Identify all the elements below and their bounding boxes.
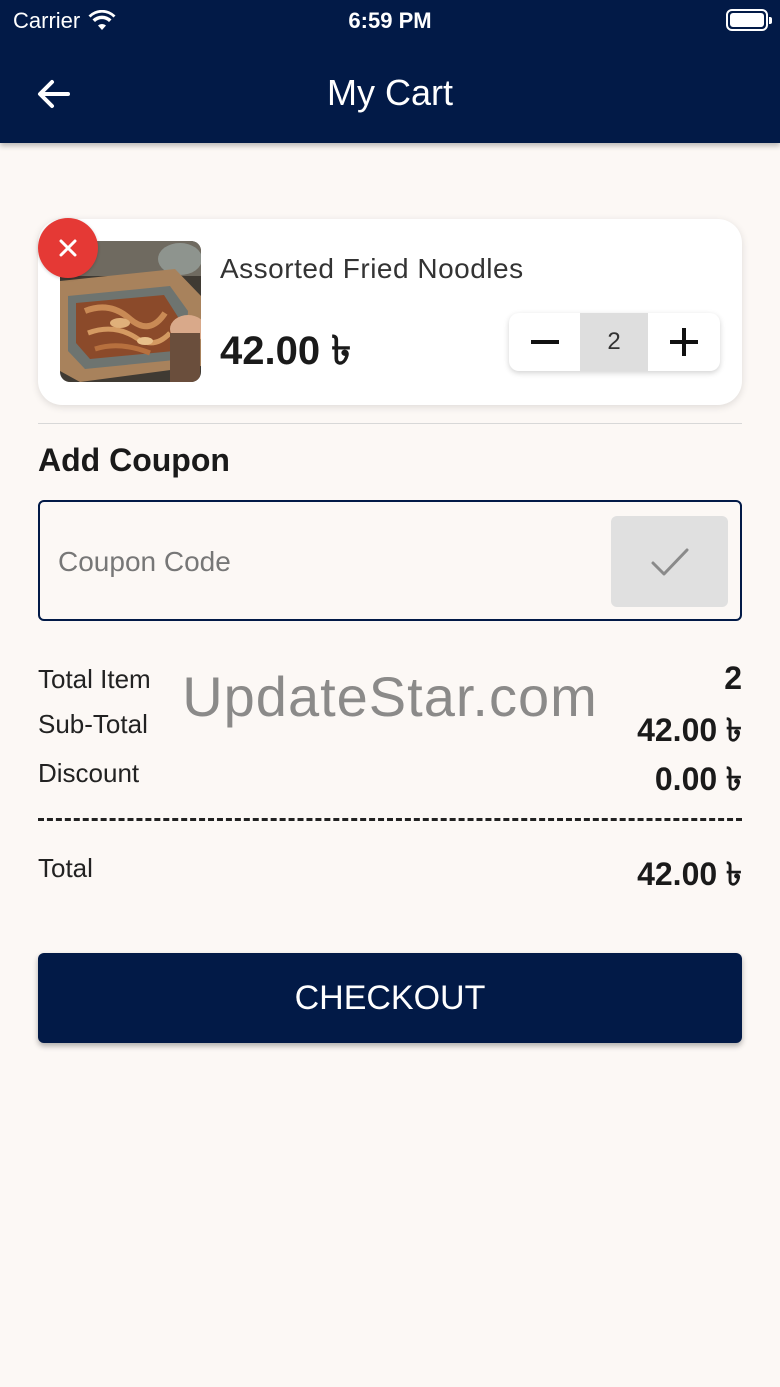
status-time: 6:59 PM xyxy=(348,8,432,33)
close-icon xyxy=(59,239,77,257)
minus-icon xyxy=(530,340,559,344)
plus-icon xyxy=(669,328,698,356)
battery-icon xyxy=(726,9,772,31)
watermark: UpdateStar.com xyxy=(182,665,598,728)
apply-coupon-button[interactable] xyxy=(611,516,728,607)
discount-label: Discount xyxy=(38,758,140,788)
quantity-stepper: 2 xyxy=(509,313,720,371)
total-label: Total xyxy=(38,853,93,883)
coupon-code-input[interactable] xyxy=(58,540,598,584)
discount-value: 0.00 ৳ xyxy=(654,761,742,797)
app-header: Carrier 6:59 PM My Cart xyxy=(0,0,780,143)
total-value: 42.00 ৳ xyxy=(637,856,742,892)
coupon-box xyxy=(38,500,742,621)
increase-quantity-button[interactable] xyxy=(648,313,719,371)
coupon-heading: Add Coupon xyxy=(38,442,230,478)
section-divider xyxy=(38,423,742,424)
checkout-button[interactable]: CHECKOUT xyxy=(38,953,742,1043)
decrease-quantity-button[interactable] xyxy=(509,313,580,371)
status-bar: Carrier 6:59 PM xyxy=(0,0,780,40)
product-price: 42.00 ৳ xyxy=(220,329,352,373)
product-name: Assorted Fried Noodles xyxy=(220,253,524,284)
remove-item-button[interactable] xyxy=(38,218,98,278)
check-icon xyxy=(651,548,688,575)
dashed-divider xyxy=(38,818,742,821)
cart-item-card: Assorted Fried Noodles 42.00 ৳ 2 xyxy=(38,219,742,405)
page-title: My Cart xyxy=(327,72,453,113)
quantity-value: 2 xyxy=(580,313,648,371)
